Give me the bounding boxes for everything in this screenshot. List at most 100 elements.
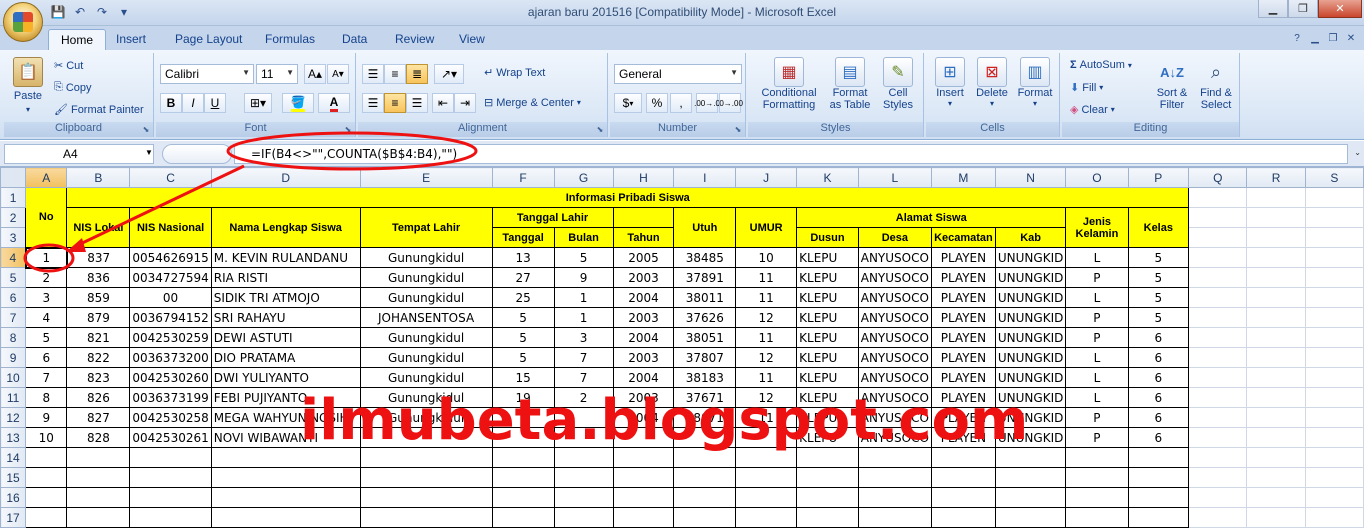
empty-cell[interactable] [796, 507, 859, 528]
empty-cell[interactable] [129, 507, 212, 528]
data-cell[interactable]: ANYUSOCO [857, 367, 932, 388]
decrease-decimal-button[interactable]: .0→.00 [717, 93, 743, 113]
empty-cell[interactable] [735, 507, 798, 528]
data-cell[interactable]: L [1065, 287, 1129, 308]
empty-cell[interactable] [1188, 507, 1248, 528]
empty-cell[interactable] [994, 507, 1067, 528]
data-cell[interactable]: KLEPU [796, 307, 859, 328]
fill-button[interactable]: ⬇ Fill ▾ [1070, 81, 1103, 95]
empty-cell[interactable] [1304, 467, 1364, 488]
align-right-button[interactable]: ☰ [406, 93, 428, 113]
empty-cell[interactable] [25, 487, 68, 508]
empty-cell[interactable] [1304, 367, 1364, 388]
align-center-button[interactable]: ≡ [384, 93, 406, 113]
header-nis-lokal[interactable]: NIS Lokal [66, 207, 131, 248]
empty-cell[interactable] [66, 507, 131, 528]
empty-cell[interactable] [1188, 467, 1248, 488]
tab-insert[interactable]: Insert [104, 29, 158, 50]
data-cell[interactable]: 9 [25, 407, 68, 428]
row-header-12[interactable]: 12 [0, 407, 27, 428]
data-cell[interactable]: 3 [25, 287, 68, 308]
data-cell[interactable]: 6 [1127, 427, 1190, 448]
increase-decimal-button[interactable]: .00→.0 [694, 93, 720, 113]
empty-cell[interactable] [1188, 227, 1248, 248]
data-cell[interactable]: 8 [25, 387, 68, 408]
font-name-select[interactable]: Calibri ▼ [160, 64, 254, 84]
data-cell[interactable]: PLAYEN [930, 307, 996, 328]
data-cell[interactable]: 0042530259 [129, 327, 212, 348]
data-cell[interactable]: DEWI ASTUTI [210, 327, 361, 348]
data-cell[interactable]: 38051 [673, 327, 737, 348]
align-left-button[interactable]: ☰ [362, 93, 384, 113]
empty-cell[interactable] [1127, 507, 1190, 528]
empty-cell[interactable] [1304, 187, 1364, 208]
data-cell[interactable]: KLEPU [796, 247, 859, 268]
empty-cell[interactable] [359, 487, 493, 508]
empty-cell[interactable] [1246, 427, 1306, 448]
data-cell[interactable]: 38485 [673, 247, 737, 268]
data-cell[interactable]: 2003 [612, 267, 675, 288]
name-box[interactable]: A4 [4, 144, 154, 164]
clear-button[interactable]: ◈ Clear ▾ [1070, 103, 1115, 117]
column-header-k[interactable]: K [796, 167, 859, 188]
data-cell[interactable]: 9 [553, 267, 614, 288]
shrink-font-button[interactable]: A▾ [327, 64, 349, 84]
data-cell[interactable]: 1 [553, 307, 614, 328]
data-cell[interactable]: DWI YULIYANTO [210, 367, 361, 388]
data-cell[interactable]: 12 [735, 307, 798, 328]
data-cell[interactable]: 826 [66, 387, 131, 408]
format-cells-button[interactable]: ▥ Format ▾ [1014, 57, 1056, 108]
data-cell[interactable]: 6 [25, 347, 68, 368]
data-cell[interactable]: Gunungkidul [359, 347, 493, 368]
header-kab[interactable]: Kab [994, 227, 1067, 248]
column-header-h[interactable]: H [612, 167, 675, 188]
empty-cell[interactable] [1304, 387, 1364, 408]
header-utuh[interactable]: Utuh [673, 207, 737, 248]
data-cell[interactable]: 5 [1127, 307, 1190, 328]
column-header-p[interactable]: P [1127, 167, 1190, 188]
data-cell[interactable]: 0036794152 [129, 307, 212, 328]
header-desa[interactable]: Desa [857, 227, 932, 248]
empty-cell[interactable] [930, 507, 996, 528]
data-cell[interactable]: ANYUSOCO [857, 307, 932, 328]
empty-cell[interactable] [1246, 467, 1306, 488]
increase-indent-button[interactable]: ⇥ [454, 93, 476, 113]
empty-cell[interactable] [1304, 347, 1364, 368]
column-header-l[interactable]: L [857, 167, 932, 188]
underline-button[interactable]: U [204, 93, 226, 113]
number-format-select[interactable]: General ▼ [614, 64, 742, 84]
row-header-6[interactable]: 6 [0, 287, 27, 308]
data-cell[interactable]: ANYUSOCO [857, 287, 932, 308]
conditional-formatting-button[interactable]: ▦ Conditional Formatting [752, 57, 826, 111]
data-cell[interactable]: 11 [735, 287, 798, 308]
column-header-s[interactable]: S [1304, 167, 1364, 188]
doc-close-icon[interactable]: ✕ [1344, 31, 1358, 45]
data-cell[interactable]: 6 [1127, 327, 1190, 348]
row-header-16[interactable]: 16 [0, 487, 27, 508]
empty-cell[interactable] [857, 507, 932, 528]
empty-cell[interactable] [553, 467, 614, 488]
header-tanggal-lahir[interactable]: Tanggal Lahir [491, 207, 614, 228]
empty-cell[interactable] [553, 507, 614, 528]
data-cell[interactable]: 2004 [612, 287, 675, 308]
data-cell[interactable]: 37626 [673, 307, 737, 328]
header-tanggal[interactable]: Tanggal [491, 227, 555, 248]
header-blank[interactable] [612, 207, 675, 228]
data-cell[interactable]: 1 [553, 287, 614, 308]
column-header-e[interactable]: E [359, 167, 493, 188]
sort-filter-button[interactable]: A↓Z Sort & Filter [1150, 57, 1194, 112]
data-cell[interactable]: 13 [491, 247, 555, 268]
data-cell[interactable]: Gunungkidul [359, 327, 493, 348]
paste-button[interactable]: 📋 Paste ▾ [10, 57, 46, 114]
empty-cell[interactable] [359, 467, 493, 488]
empty-cell[interactable] [1304, 447, 1364, 468]
empty-cell[interactable] [1246, 307, 1306, 328]
number-launcher-icon[interactable]: ⬊ [733, 125, 743, 135]
empty-cell[interactable] [612, 467, 675, 488]
data-cell[interactable]: Gunungkidul [359, 287, 493, 308]
empty-cell[interactable] [1127, 487, 1190, 508]
data-cell[interactable]: PLAYEN [930, 287, 996, 308]
align-top-button[interactable]: ☰ [362, 64, 384, 84]
empty-cell[interactable] [1246, 387, 1306, 408]
empty-cell[interactable] [1065, 447, 1129, 468]
